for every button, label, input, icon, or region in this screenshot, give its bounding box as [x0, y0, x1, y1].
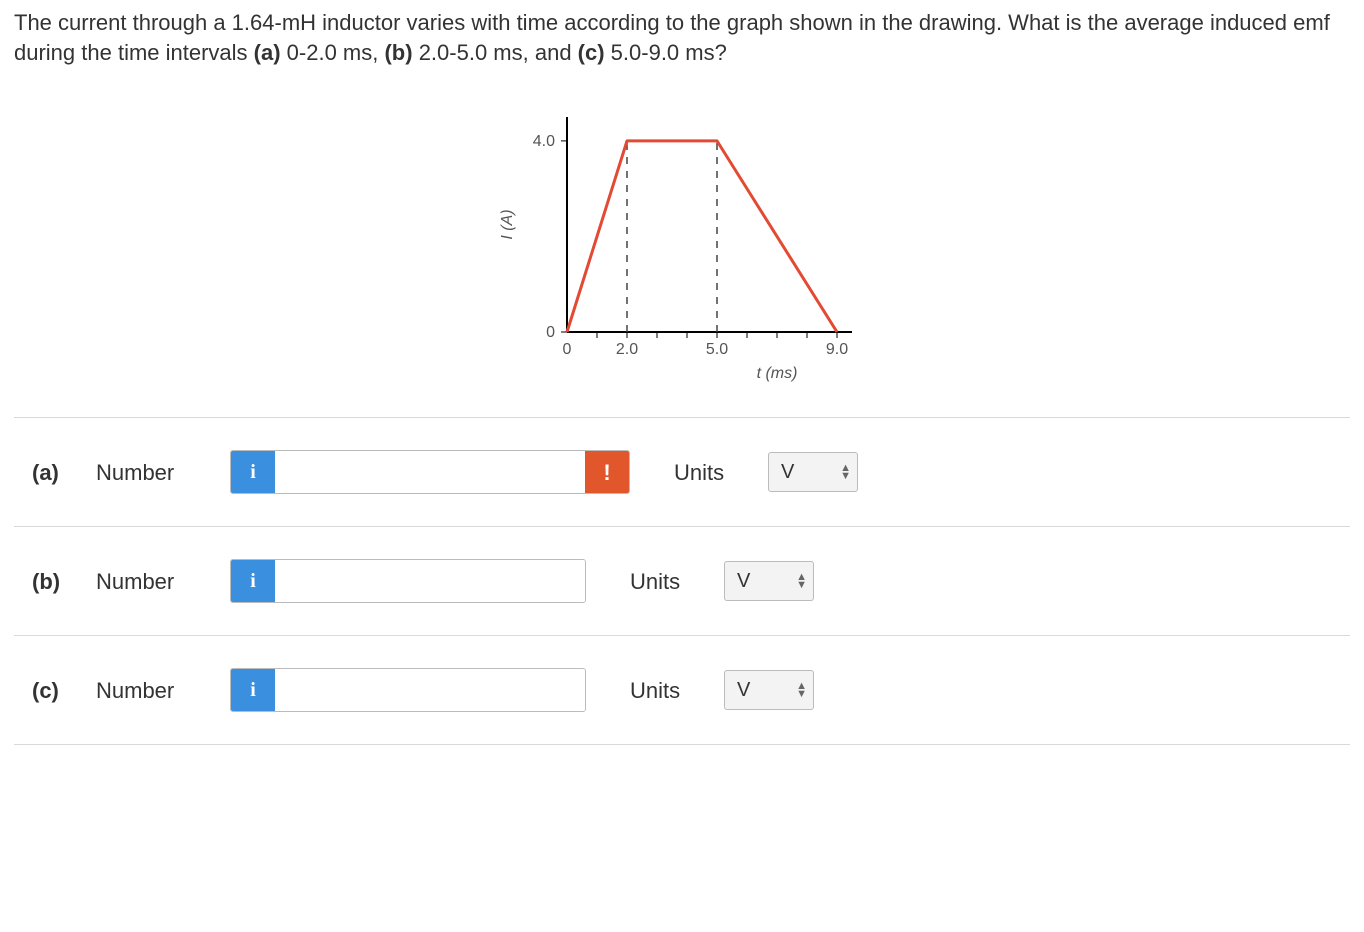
info-icon[interactable]: i: [231, 669, 275, 711]
number-label: Number: [96, 567, 206, 597]
part-c-label: (c): [578, 40, 605, 65]
number-field-c[interactable]: [275, 669, 585, 711]
number-label: Number: [96, 676, 206, 706]
svg-text:2.0: 2.0: [616, 341, 638, 358]
units-select-b[interactable]: V ▲ ▼: [724, 561, 814, 601]
number-label: Number: [96, 458, 206, 488]
svg-text:4.0: 4.0: [533, 133, 555, 150]
part-a-text: 0-2.0 ms,: [281, 40, 385, 65]
answer-row-a: (a) Number i ! Units V ▲ ▼: [14, 418, 1350, 527]
answer-sections: (a) Number i ! Units V ▲ ▼ (b) Number i …: [14, 417, 1350, 745]
unit-value: V: [737, 677, 750, 704]
warning-icon: !: [585, 451, 629, 493]
stepper-arrows-icon: ▲ ▼: [796, 682, 807, 698]
svg-text:t (ms): t (ms): [757, 365, 798, 382]
stepper-arrows-icon: ▲ ▼: [796, 573, 807, 589]
part-b-label: (b): [384, 40, 412, 65]
svg-text:5.0: 5.0: [706, 341, 728, 358]
number-input-a[interactable]: i !: [230, 450, 630, 494]
units-label: Units: [674, 458, 744, 488]
number-field-a[interactable]: [275, 451, 585, 493]
number-input-c[interactable]: i: [230, 668, 586, 712]
part-b-text: 2.0-5.0 ms, and: [413, 40, 578, 65]
part-a-label: (a): [254, 40, 281, 65]
current-vs-time-chart: 0 2.0 5.0 9.0 0 4.0 t (ms) I (A): [482, 87, 882, 387]
units-label: Units: [630, 567, 700, 597]
number-field-b[interactable]: [275, 560, 585, 602]
part-label: (b): [32, 567, 72, 597]
unit-value: V: [737, 568, 750, 595]
question-text: The current through a 1.64-mH inductor v…: [14, 8, 1344, 67]
answer-row-b: (b) Number i Units V ▲ ▼: [14, 527, 1350, 636]
part-c-text: 5.0-9.0 ms?: [605, 40, 727, 65]
units-label: Units: [630, 676, 700, 706]
part-label: (c): [32, 676, 72, 706]
units-select-c[interactable]: V ▲ ▼: [724, 670, 814, 710]
info-icon[interactable]: i: [231, 451, 275, 493]
svg-text:0: 0: [563, 341, 572, 358]
units-select-a[interactable]: V ▲ ▼: [768, 452, 858, 492]
info-icon[interactable]: i: [231, 560, 275, 602]
part-label: (a): [32, 458, 72, 488]
unit-value: V: [781, 459, 794, 486]
svg-text:0: 0: [546, 324, 555, 341]
stepper-arrows-icon: ▲ ▼: [840, 464, 851, 480]
answer-row-c: (c) Number i Units V ▲ ▼: [14, 636, 1350, 745]
svg-text:I (A): I (A): [499, 210, 516, 240]
svg-text:9.0: 9.0: [826, 341, 848, 358]
number-input-b[interactable]: i: [230, 559, 586, 603]
